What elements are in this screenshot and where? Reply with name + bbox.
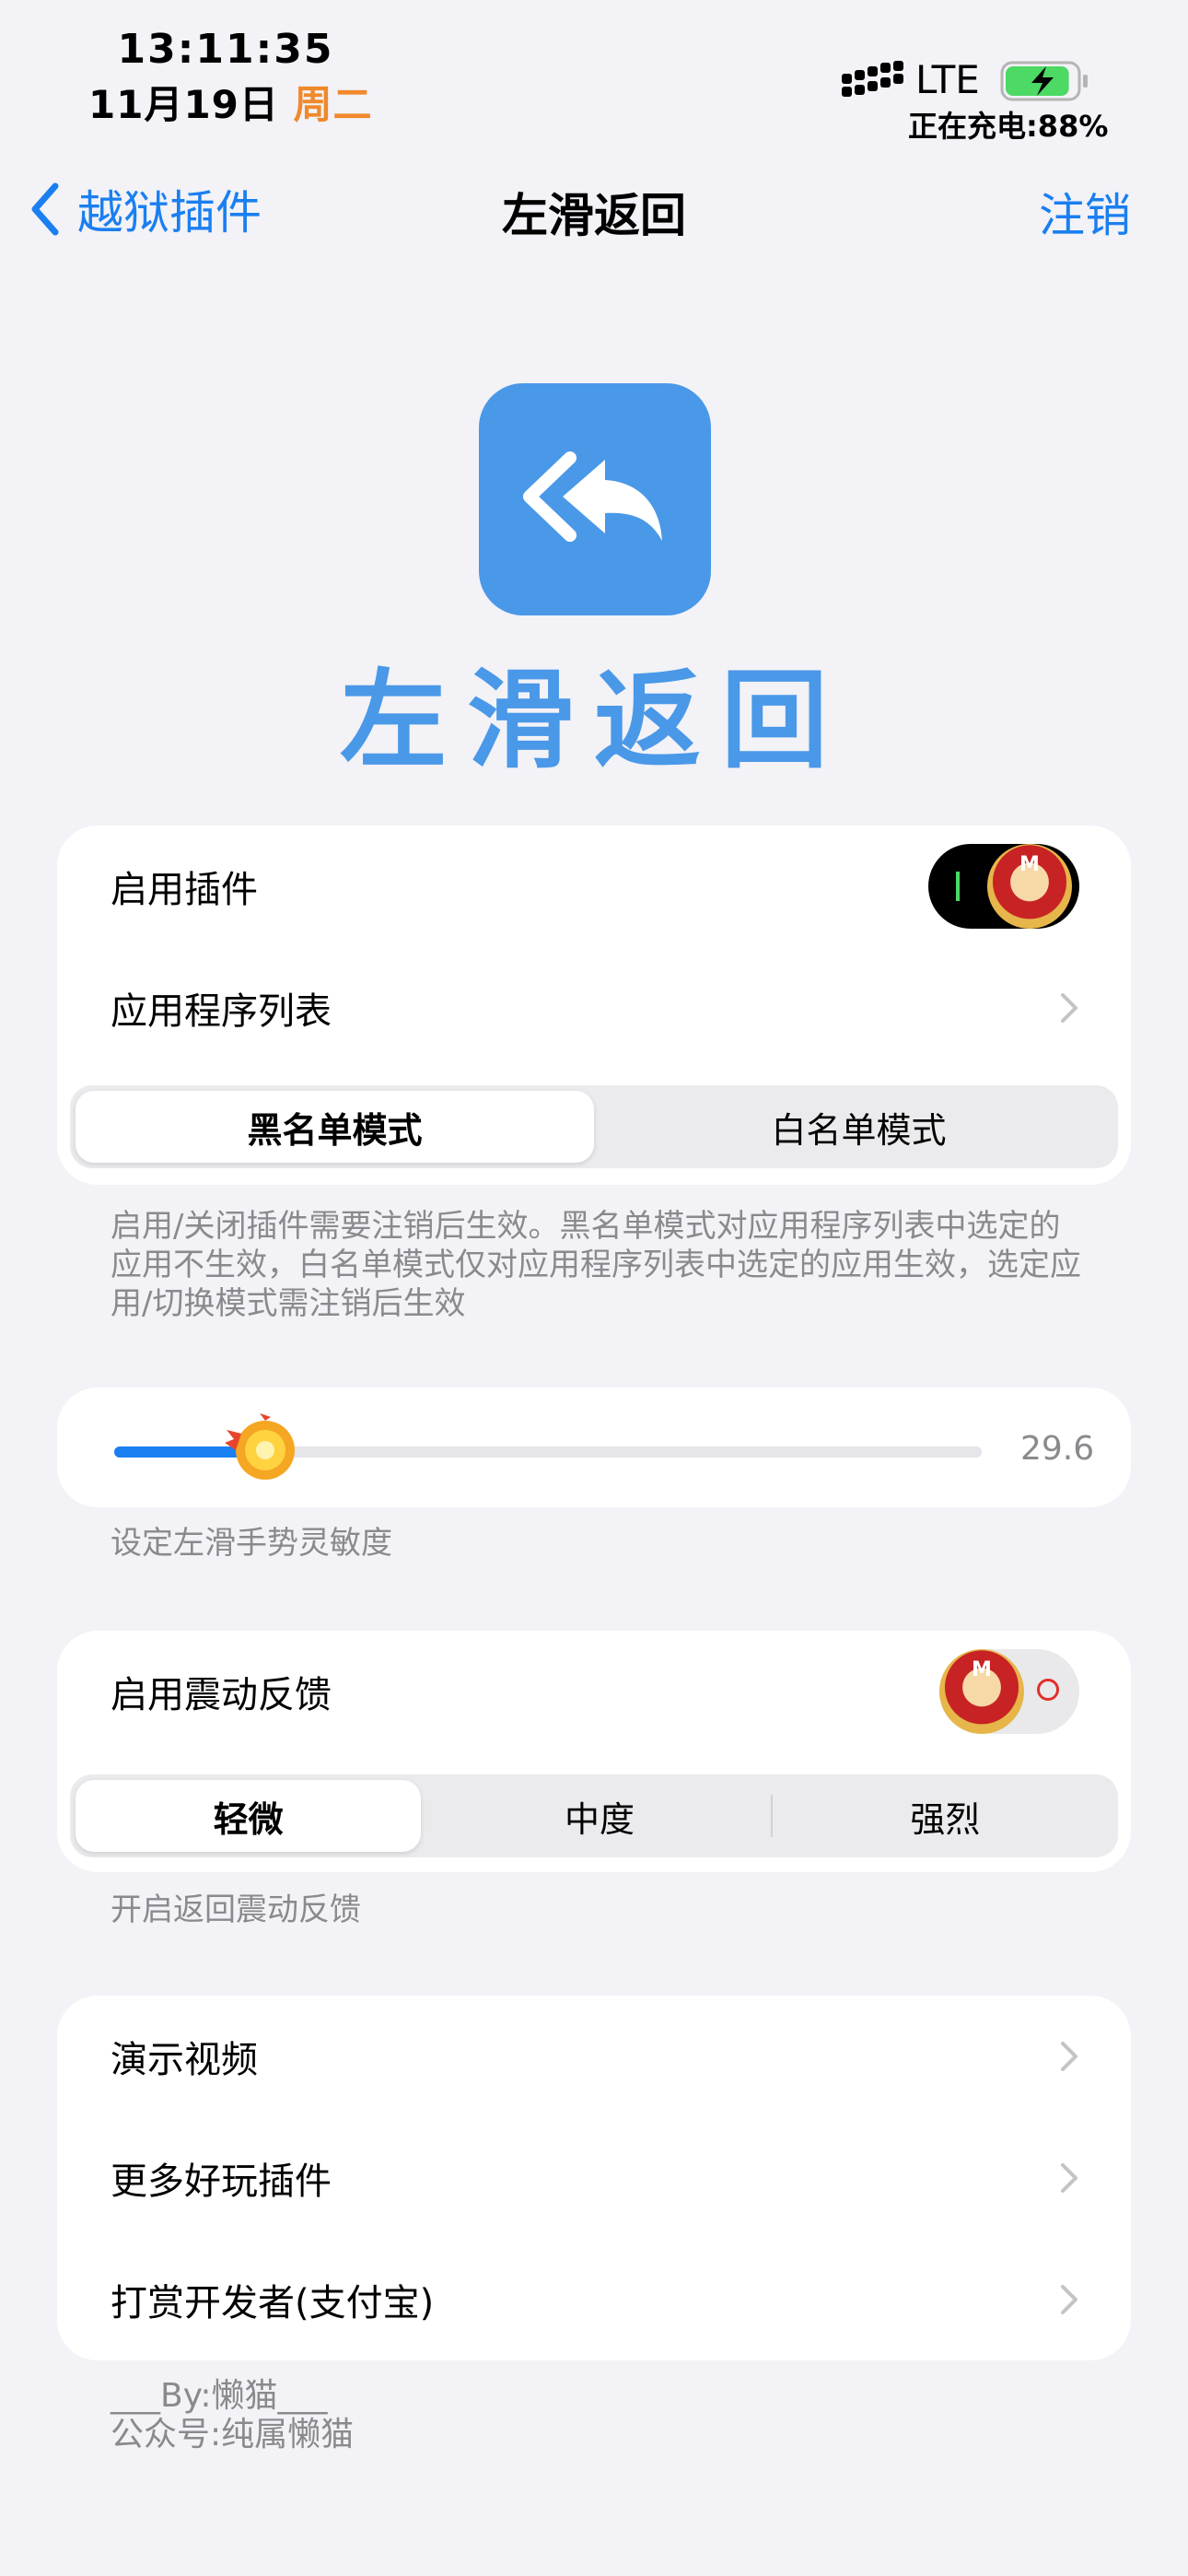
links-card: 演示视频 更多好玩插件 打赏开发者(支付宝): [57, 1996, 1131, 2360]
segment-medium-label: 中度: [564, 1798, 635, 1840]
toggle-on-indicator: [956, 872, 960, 901]
footer-account: 公众号:纯属懒猫: [111, 2416, 355, 2453]
plugin-note: 启用/关闭插件需要注销后生效。黑名单模式对应用程序列表中选定的应用不生效，白名单…: [111, 1208, 1081, 1322]
enable-haptic-label: 启用震动反馈: [111, 1674, 332, 1716]
app-icon: [479, 383, 711, 615]
app-list-row[interactable]: 应用程序列表: [111, 947, 1079, 1069]
hero-title: 左滑返回: [340, 658, 848, 783]
segment-blacklist[interactable]: 黑名单模式: [76, 1091, 594, 1163]
mode-segmented-control: 黑名单模式 白名单模式: [70, 1085, 1118, 1168]
segment-medium[interactable]: 中度: [426, 1774, 773, 1857]
more-plugins-row[interactable]: 更多好玩插件: [111, 2117, 1079, 2239]
segment-light[interactable]: 轻微: [76, 1780, 422, 1852]
mario-toggle-thumb-icon: M: [987, 844, 1072, 929]
signal-icon: [842, 61, 903, 97]
logout-button[interactable]: 注销: [1039, 179, 1131, 245]
status-weekday: 周二: [293, 82, 373, 127]
sensitivity-value: 29.6: [1020, 1430, 1094, 1468]
haptic-card: 启用震动反馈 M 轻微 中度 强烈: [57, 1631, 1131, 1872]
plugin-settings-card: 启用插件 M 应用程序列表 黑名单模式 白名单模式: [57, 825, 1131, 1185]
enable-haptic-row: 启用震动反馈 M: [111, 1631, 1079, 1752]
network-type: LTE: [915, 57, 980, 102]
status-date: 11月19日 周二: [88, 74, 373, 130]
charging-status: 正在充电:88%: [908, 109, 1109, 144]
enable-plugin-label: 启用插件: [111, 869, 258, 911]
donate-row[interactable]: 打赏开发者(支付宝): [111, 2239, 1079, 2360]
mario-toggle-thumb-icon: M: [939, 1649, 1024, 1734]
enable-haptic-toggle[interactable]: M: [939, 1649, 1079, 1734]
more-plugins-label: 更多好玩插件: [111, 2160, 332, 2203]
demo-video-row[interactable]: 演示视频: [111, 1996, 1079, 2117]
toggle-off-indicator: [1037, 1679, 1059, 1701]
status-time: 13:11:35: [117, 26, 334, 73]
app-list-label: 应用程序列表: [111, 990, 332, 1033]
chevron-right-icon: [1061, 2163, 1077, 2193]
sensitivity-note: 设定左滑手势灵敏度: [111, 1525, 392, 1562]
haptic-level-segmented-control: 轻微 中度 强烈: [70, 1774, 1118, 1857]
sensitivity-card: 29.6: [57, 1388, 1131, 1507]
fireball-thumb-icon[interactable]: [223, 1411, 300, 1489]
sensitivity-slider[interactable]: [114, 1413, 982, 1480]
demo-video-label: 演示视频: [111, 2039, 258, 2081]
segment-strong[interactable]: 强烈: [773, 1774, 1118, 1857]
page-title: 左滑返回: [502, 189, 686, 242]
chevron-right-icon: [1061, 993, 1077, 1023]
haptic-note: 开启返回震动反馈: [111, 1891, 361, 1928]
chevron-right-icon: [1061, 2042, 1077, 2071]
segment-whitelist[interactable]: 白名单模式: [600, 1085, 1118, 1168]
chevron-right-icon: [1061, 2285, 1077, 2314]
enable-plugin-row: 启用插件 M: [111, 825, 1079, 947]
reply-all-icon: [523, 451, 662, 542]
battery-charging-icon: [1000, 61, 1088, 101]
footer-author: ___By:懒猫___: [111, 2377, 328, 2415]
status-date-text: 11月19日: [88, 82, 279, 127]
donate-label: 打赏开发者(支付宝): [111, 2282, 435, 2324]
enable-plugin-toggle[interactable]: M: [928, 844, 1079, 929]
